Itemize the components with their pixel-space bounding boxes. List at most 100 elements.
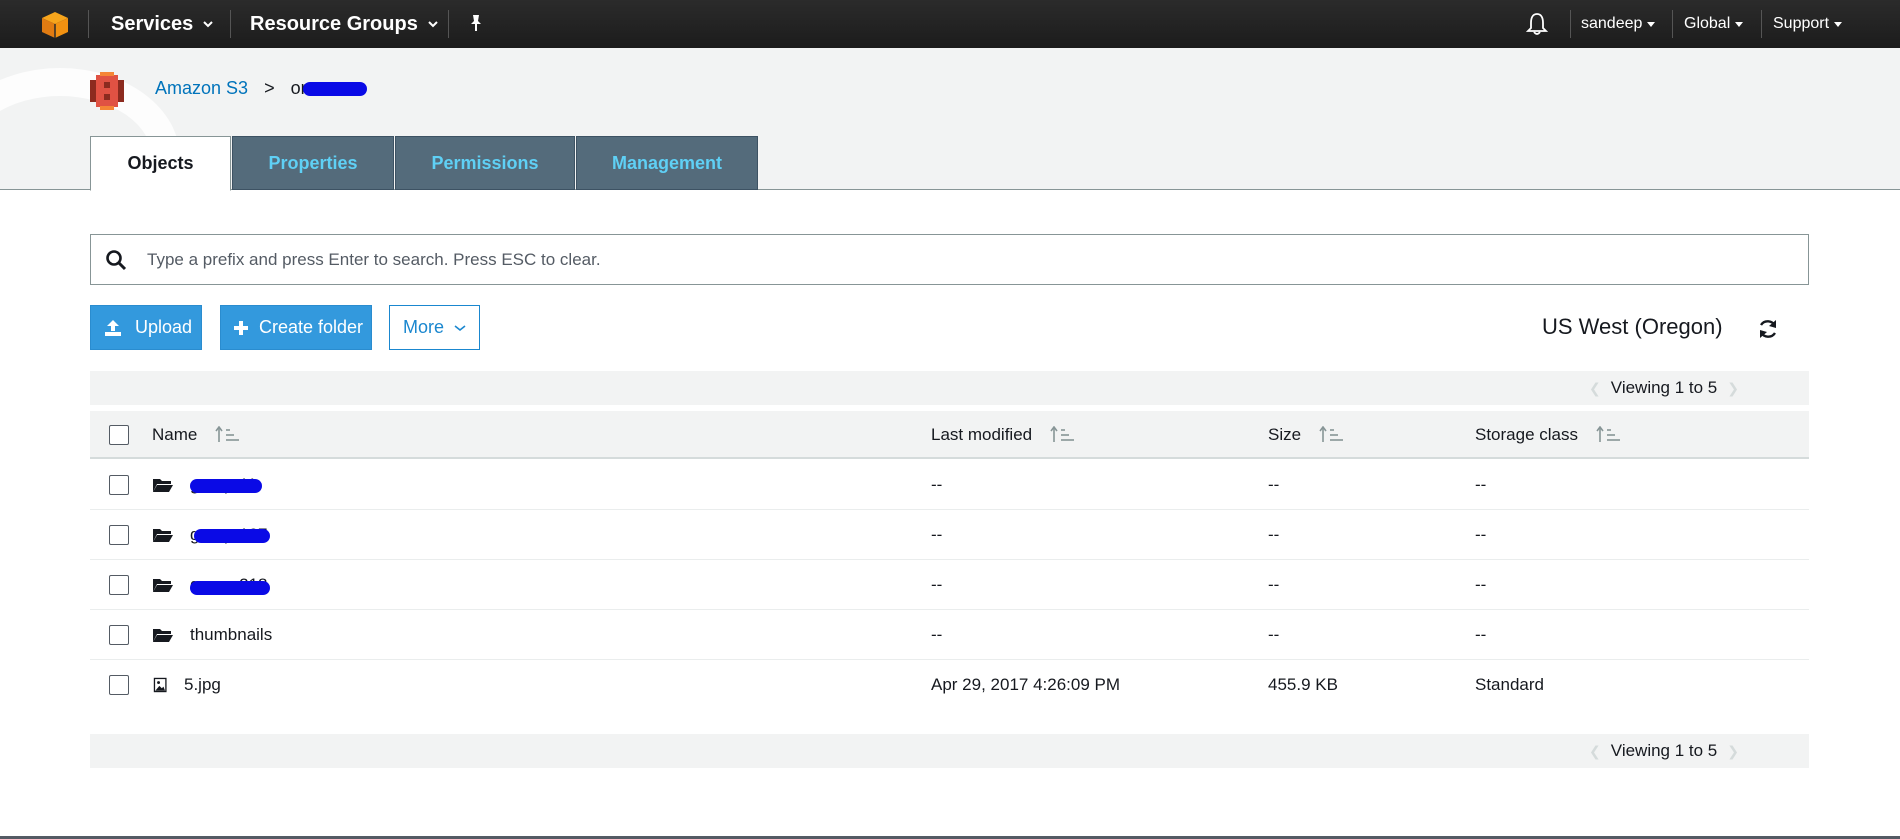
tab-objects[interactable]: Objects — [90, 136, 231, 191]
tab-label: Properties — [268, 152, 358, 173]
object-name[interactable]: thumbnails — [190, 625, 272, 645]
row-checkbox[interactable] — [109, 475, 129, 495]
bell-icon[interactable] — [1526, 12, 1548, 36]
pin-icon[interactable] — [467, 14, 485, 32]
s3-logo-icon — [90, 72, 124, 110]
name-cell: thumbnails — [152, 610, 272, 660]
storage-class-cell: -- — [1475, 525, 1487, 544]
table-row[interactable]: group-11 -- -- -- — [90, 460, 1809, 510]
bucket-tabs: Objects Properties Permissions Managemen… — [90, 136, 758, 191]
sort-icon[interactable] — [215, 426, 241, 444]
tab-properties[interactable]: Properties — [232, 136, 394, 190]
pagination-bar-bottom: ❮ Viewing 1 to 5 ❯ — [90, 734, 1809, 768]
storage-class-cell: Standard — [1475, 675, 1544, 694]
caret-down-icon — [1647, 21, 1656, 27]
column-header-last-modified[interactable]: Last modified — [931, 411, 1076, 459]
resource-groups-menu[interactable]: Resource Groups — [250, 0, 438, 48]
breadcrumb: Amazon S3 > or — [155, 78, 367, 99]
aws-logo-icon[interactable] — [40, 10, 70, 40]
row-checkbox[interactable] — [109, 525, 129, 545]
chevron-down-icon — [428, 21, 438, 28]
caret-down-icon — [1735, 21, 1744, 27]
folder-icon — [153, 529, 173, 542]
upload-label: Upload — [135, 317, 193, 337]
plus-icon — [234, 320, 248, 335]
user-menu[interactable]: sandeep — [1581, 0, 1656, 48]
column-header-storage-class[interactable]: Storage class — [1475, 411, 1622, 459]
object-name[interactable]: group-127 — [190, 525, 270, 545]
previous-page-icon[interactable]: ❮ — [1589, 380, 1601, 397]
caret-down-icon — [1834, 21, 1843, 27]
tab-permissions[interactable]: Permissions — [395, 136, 575, 190]
create-folder-label: Create folder — [259, 317, 364, 337]
column-header-name[interactable]: Name — [152, 411, 241, 459]
breadcrumb-amazon-s3[interactable]: Amazon S3 — [155, 78, 248, 99]
nav-separator — [88, 10, 89, 38]
refresh-icon[interactable] — [1757, 318, 1779, 340]
storage-class-cell: -- — [1475, 575, 1487, 594]
region-menu[interactable]: Global — [1684, 0, 1744, 48]
region-menu-label: Global — [1684, 15, 1731, 32]
nav-separator — [1570, 10, 1571, 38]
row-checkbox[interactable] — [109, 675, 129, 695]
size-cell: -- — [1268, 575, 1280, 594]
name-cell: group-11 — [152, 460, 262, 510]
select-all-checkbox[interactable] — [109, 425, 129, 445]
folder-icon — [153, 579, 173, 592]
row-checkbox[interactable] — [109, 575, 129, 595]
pagination-bar-top: ❮ Viewing 1 to 5 ❯ — [90, 371, 1809, 405]
table-row[interactable]: 5.jpg Apr 29, 2017 4:26:09 PM 455.9 KB S… — [90, 660, 1809, 710]
sort-icon[interactable] — [1319, 426, 1345, 444]
nav-separator — [1761, 10, 1762, 38]
name-cell: group-127 — [152, 510, 270, 560]
table-row[interactable]: group-127 -- -- -- — [90, 510, 1809, 560]
next-page-icon[interactable]: ❯ — [1727, 743, 1739, 760]
tab-label: Management — [611, 152, 723, 173]
table-row[interactable]: thumbnails -- -- -- — [90, 610, 1809, 660]
top-navigation-bar: Services Resource Groups sandeep Global … — [0, 0, 1900, 48]
search-icon — [106, 249, 127, 270]
nav-separator — [1672, 10, 1673, 38]
storage-class-cell: -- — [1475, 625, 1487, 644]
tab-label: Objects — [127, 153, 194, 173]
object-name[interactable]: group-11 — [190, 475, 262, 495]
user-label: sandeep — [1581, 15, 1643, 32]
last-modified-cell: -- — [931, 575, 943, 594]
services-menu[interactable]: Services — [111, 0, 214, 48]
table-row[interactable]: group-218 -- -- -- — [90, 560, 1809, 610]
sort-icon[interactable] — [1050, 426, 1076, 444]
search-input[interactable] — [147, 249, 1747, 270]
more-label: More — [403, 317, 445, 337]
object-name[interactable]: 5.jpg — [184, 675, 221, 695]
support-menu[interactable]: Support — [1773, 0, 1843, 48]
redaction-mark — [194, 529, 270, 543]
size-cell: -- — [1268, 525, 1280, 544]
more-dropdown-button[interactable]: More — [389, 305, 480, 350]
next-page-icon[interactable]: ❯ — [1727, 380, 1739, 397]
row-checkbox[interactable] — [109, 625, 129, 645]
tab-management[interactable]: Management — [576, 136, 758, 190]
nav-separator — [230, 10, 231, 38]
last-modified-cell: Apr 29, 2017 4:26:09 PM — [931, 675, 1121, 694]
sort-icon[interactable] — [1596, 426, 1622, 444]
table-header: Name Last modified Size Storage class — [90, 411, 1809, 459]
create-folder-button[interactable]: Create folder — [220, 305, 372, 350]
folder-icon — [153, 629, 173, 642]
viewing-text: Viewing 1 to 5 — [1610, 378, 1718, 397]
name-cell: 5.jpg — [152, 660, 221, 710]
column-label: Size — [1268, 425, 1302, 444]
viewing-text: Viewing 1 to 5 — [1610, 741, 1718, 760]
upload-button[interactable]: Upload — [90, 305, 202, 350]
redaction-mark — [190, 581, 270, 595]
column-header-size[interactable]: Size — [1268, 411, 1345, 459]
last-modified-cell: -- — [931, 525, 943, 544]
nav-separator — [448, 10, 449, 38]
search-box — [90, 234, 1809, 285]
object-name[interactable]: group-218 — [190, 575, 270, 595]
name-cell: group-218 — [152, 560, 270, 610]
services-label: Services — [111, 12, 194, 35]
tab-label: Permissions — [431, 152, 539, 173]
storage-class-cell: -- — [1475, 475, 1487, 494]
previous-page-icon[interactable]: ❮ — [1589, 743, 1601, 760]
chevron-down-icon — [203, 21, 214, 28]
